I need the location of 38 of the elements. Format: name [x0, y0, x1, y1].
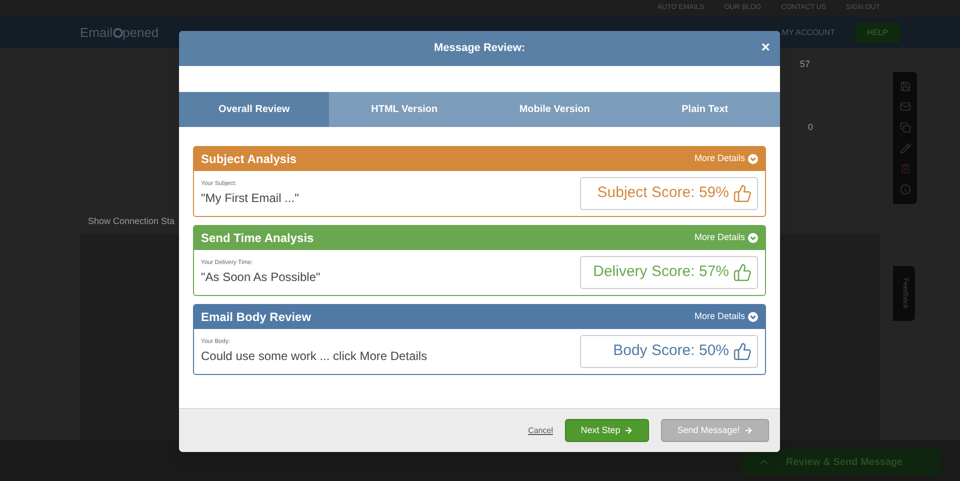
arrow-right-icon	[744, 426, 753, 435]
chevron-down-icon	[748, 233, 758, 243]
card-title: Email Body Review	[201, 309, 312, 326]
nav-link[interactable]: MY ACCOUNT	[782, 26, 836, 38]
mail-icon[interactable]	[900, 101, 910, 112]
chevron-down-icon	[748, 312, 758, 322]
pencil-icon[interactable]	[900, 142, 910, 154]
trash-icon[interactable]	[900, 163, 910, 174]
score-badge: Delivery Score: 57%	[580, 256, 758, 289]
next-step-button[interactable]: Next Step	[565, 419, 649, 442]
card-title: Send Time Analysis	[201, 230, 314, 247]
close-button[interactable]: ×	[761, 40, 770, 55]
field-value: "My First Email ..."	[201, 190, 299, 207]
thumbs-up-icon	[733, 342, 752, 361]
modal-title: Message Review:	[434, 41, 526, 56]
count-text: 57	[800, 58, 810, 71]
background-text: Show Connection Sta	[88, 215, 175, 228]
more-details-button[interactable]: More Details	[694, 310, 758, 324]
score-badge: Subject Score: 59%	[580, 177, 758, 210]
count-text: 0	[808, 121, 814, 134]
cancel-link[interactable]: Cancel	[528, 424, 553, 436]
score-badge: Body Score: 50%	[580, 335, 758, 368]
field-value: "As Soon As Possible"	[201, 269, 320, 286]
info-icon[interactable]	[900, 184, 910, 196]
copy-icon[interactable]	[900, 122, 910, 134]
save-icon[interactable]	[900, 80, 910, 92]
more-details-button[interactable]: More Details	[694, 231, 758, 245]
help-button[interactable]: HELP	[855, 22, 900, 42]
chevron-down-icon	[748, 154, 758, 164]
arrow-right-icon	[624, 426, 634, 435]
more-details-button[interactable]: More Details	[694, 152, 758, 166]
thumbs-up-icon	[733, 263, 752, 282]
field-value: Could use some work ... click More Details	[201, 348, 428, 365]
tab[interactable]: Overall Review	[179, 92, 330, 127]
card-title: Subject Analysis	[201, 151, 297, 168]
send-message-button[interactable]: Send Message!	[661, 419, 769, 442]
thumbs-up-icon	[733, 184, 752, 203]
logo[interactable]: Email pened	[80, 22, 159, 42]
